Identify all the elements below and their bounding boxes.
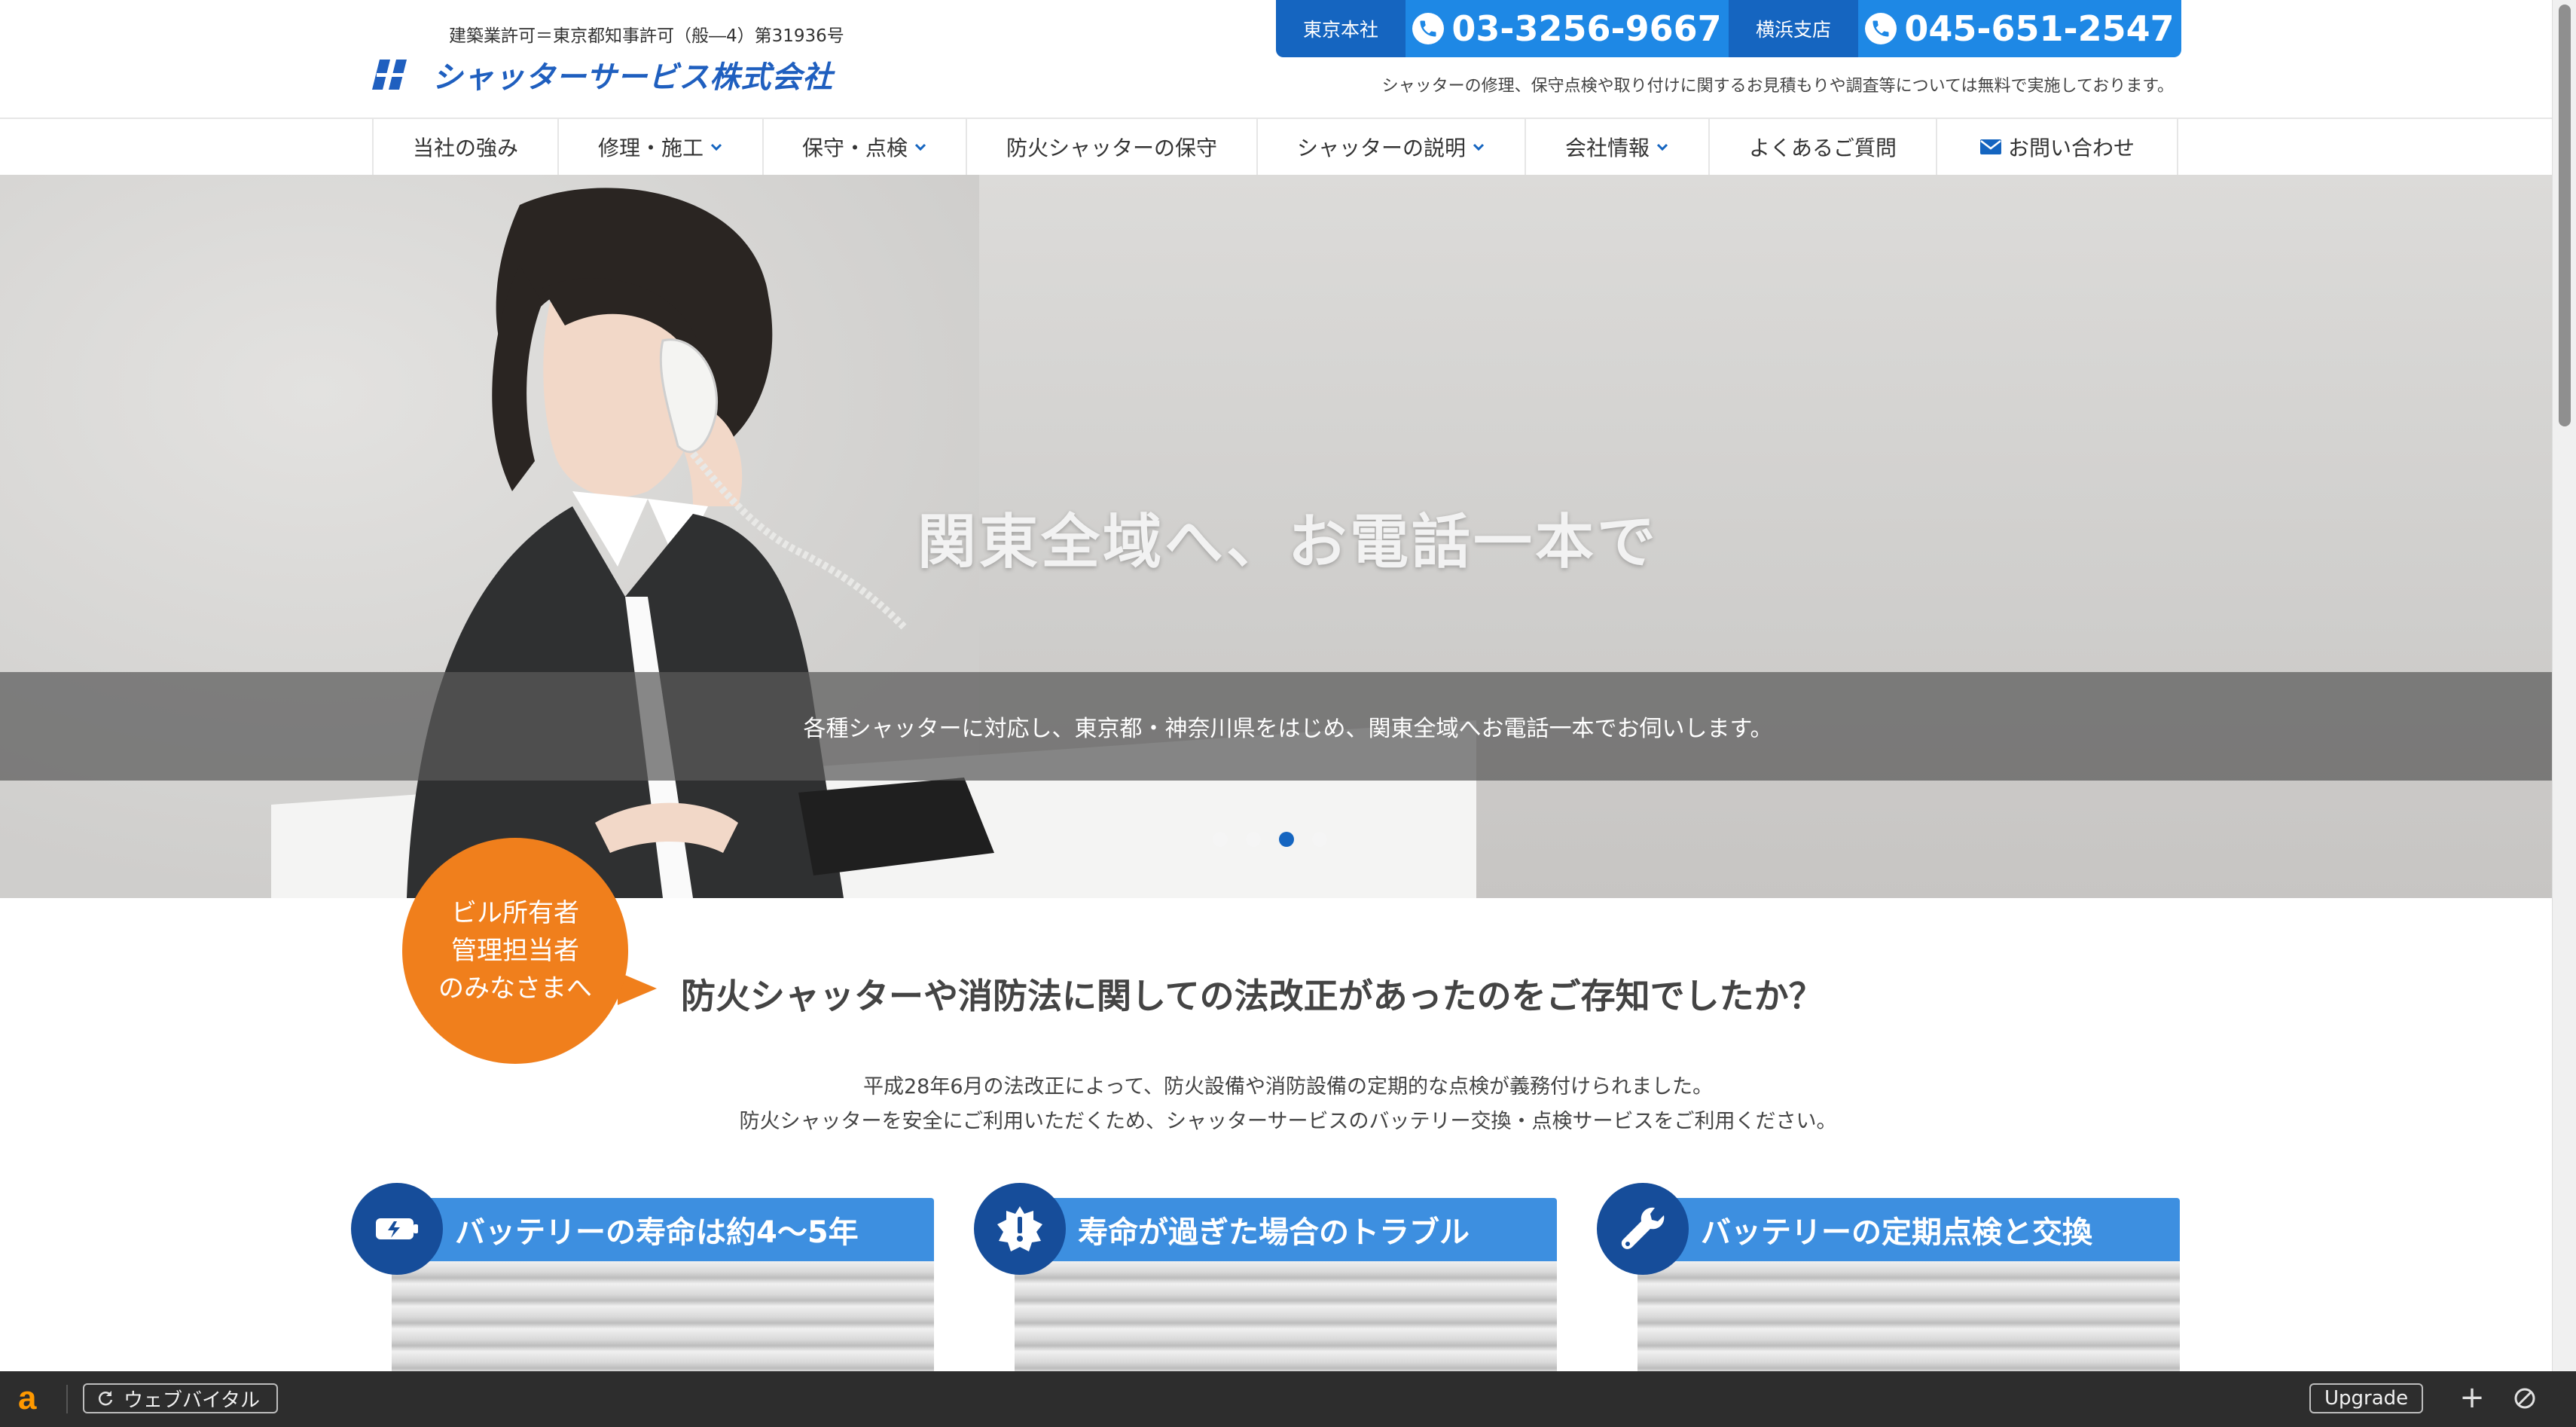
amazon-icon[interactable]: a — [18, 1382, 48, 1415]
slider-dots — [1213, 832, 1327, 847]
license-text: 建築業許可＝東京都知事許可（般―4）第31936号 — [449, 26, 844, 46]
extension-toolbar: a ウェブバイタル Upgrade + — [0, 1371, 2576, 1427]
slider-dot-active[interactable] — [1279, 832, 1294, 847]
notice-body: 平成28年6月の法改正によって、防火設備や消防設備の定期的な点検が義務付けられま… — [0, 1070, 2576, 1139]
nav-item-label: お問い合わせ — [2007, 136, 2135, 160]
slider-dot[interactable] — [1213, 832, 1228, 847]
office-label-tokyo: 東京本社 — [1276, 0, 1406, 57]
toolbar-divider — [66, 1385, 68, 1413]
hero-title: 関東全域へ、お電話一本で — [917, 509, 1659, 576]
nav-item-repair[interactable]: 修理・施工 — [559, 119, 764, 175]
contact-bar: 東京本社 03-3256-9667 横浜支店 045-651-2547 — [1276, 0, 2181, 57]
shutter-image — [1637, 1261, 2180, 1374]
phone-icon — [1412, 13, 1445, 44]
badge-line: ビル所有者 — [451, 898, 579, 928]
nav-item-label: 修理・施工 — [597, 136, 704, 160]
badge-line: のみなさまへ — [438, 973, 592, 1004]
battery-icon — [376, 1218, 418, 1239]
card-title: バッテリーの定期点検と交換 — [1701, 1215, 2092, 1250]
card-icon-circle — [351, 1183, 443, 1275]
web-vitals-button[interactable]: ウェブバイタル — [83, 1383, 278, 1413]
notice-heading: 防火シャッターや消防法に関しての法改正があったのをご存知でしたか？ — [681, 976, 1824, 1016]
warning-icon — [997, 1206, 1042, 1251]
nav-item-company[interactable]: 会社情報 — [1526, 119, 1710, 175]
card-title: バッテリーの寿命は約4〜5年 — [455, 1215, 859, 1250]
hero-subtitle: 各種シャッターに対応し、東京都・神奈川県をはじめ、関東全域へお電話一本でお伺いし… — [803, 716, 1773, 742]
chevron-down-icon — [1656, 143, 1668, 151]
logo-text: シャッターサービス株式会社 — [432, 60, 834, 95]
refresh-icon — [98, 1391, 113, 1406]
card-header: 寿命が過ぎた場合のトラブル — [993, 1198, 1557, 1261]
phone-number-yokohama: 045-651-2547 — [1904, 8, 2175, 49]
nav-item-label: よくあるご質問 — [1748, 136, 1897, 160]
hero-caption-band: 各種シャッターに対応し、東京都・神奈川県をはじめ、関東全域へお電話一本でお伺いし… — [0, 672, 2576, 781]
chevron-down-icon — [710, 143, 722, 151]
nav-item-strengths[interactable]: 当社の強み — [374, 119, 559, 175]
notice-body-line: 防火シャッターを安全にご利用いただくため、シャッターサービスのバッテリー交換・点… — [739, 1110, 1837, 1133]
nav-item-fire-shutter[interactable]: 防火シャッターの保守 — [967, 119, 1258, 175]
info-card-inspection[interactable]: バッテリーの定期点検と交換 — [1597, 1183, 2184, 1374]
plus-icon[interactable]: + — [2457, 1383, 2487, 1413]
info-card-battery-life[interactable]: バッテリーの寿命は約4〜5年 — [351, 1183, 939, 1374]
card-icon-circle — [1597, 1183, 1689, 1275]
nav-item-label: シャッターの説明 — [1296, 136, 1466, 160]
logo-mark-icon — [372, 60, 413, 90]
page-scrollbar[interactable] — [2552, 0, 2576, 1371]
wrench-icon — [1621, 1207, 1665, 1249]
upgrade-button[interactable]: Upgrade — [2309, 1383, 2424, 1413]
phone-icon — [1865, 13, 1897, 44]
nav-item-label: 会社情報 — [1564, 136, 1650, 160]
header-note: シャッターの修理、保守点検や取り付けに関するお見積もりや調査等については無料で実… — [1381, 77, 2174, 96]
block-icon[interactable] — [2511, 1385, 2538, 1412]
card-header: バッテリーの定期点検と交換 — [1616, 1198, 2180, 1261]
nav-item-contact[interactable]: お問い合わせ — [1937, 119, 2178, 175]
card-title: 寿命が過ぎた場合のトラブル — [1078, 1215, 1470, 1250]
scrollbar-thumb[interactable] — [2559, 5, 2571, 426]
nav-item-label: 保守・点検 — [801, 136, 908, 160]
card-header: バッテリーの寿命は約4〜5年 — [371, 1198, 934, 1261]
web-vitals-label: ウェブバイタル — [124, 1389, 260, 1412]
chevron-down-icon — [914, 143, 926, 151]
hero-slider: 関東全域へ、お電話一本で 各種シャッターに対応し、東京都・神奈川県をはじめ、関東… — [0, 175, 2576, 898]
mail-icon — [1979, 139, 2001, 154]
shutter-image — [1015, 1261, 1557, 1374]
card-icon-circle — [974, 1183, 1066, 1275]
office-label-yokohama: 横浜支店 — [1729, 0, 1858, 57]
slider-dot[interactable] — [1246, 832, 1261, 847]
shutter-image — [392, 1261, 934, 1374]
site-logo[interactable]: シャッターサービス株式会社 — [372, 53, 833, 96]
nav-item-shutter-explanation[interactable]: シャッターの説明 — [1258, 119, 1526, 175]
slider-dot[interactable] — [1312, 832, 1327, 847]
nav-item-label: 当社の強み — [412, 136, 518, 160]
site-header: 建築業許可＝東京都知事許可（般―4）第31936号 シャッターサービス株式会社 … — [0, 0, 2576, 119]
badge-line: 管理担当者 — [451, 936, 579, 966]
main-nav: 当社の強み 修理・施工 保守・点検 防火シャッターの保守 シャッターの説明 会社… — [372, 119, 2180, 175]
audience-badge: ビル所有者 管理担当者 のみなさまへ — [402, 838, 628, 1064]
phone-link-yokohama[interactable]: 045-651-2547 — [1858, 0, 2181, 57]
info-card-trouble[interactable]: 寿命が過ぎた場合のトラブル — [974, 1183, 1561, 1374]
phone-link-tokyo[interactable]: 03-3256-9667 — [1406, 0, 1729, 57]
nav-item-faq[interactable]: よくあるご質問 — [1710, 119, 1937, 175]
phone-number-tokyo: 03-3256-9667 — [1451, 8, 1722, 49]
chevron-down-icon — [1473, 143, 1485, 151]
notice-body-line: 平成28年6月の法改正によって、防火設備や消防設備の定期的な点検が義務付けられま… — [862, 1075, 1714, 1099]
nav-item-label: 防火シャッターの保守 — [1006, 136, 1217, 160]
nav-item-maintenance[interactable]: 保守・点検 — [764, 119, 967, 175]
